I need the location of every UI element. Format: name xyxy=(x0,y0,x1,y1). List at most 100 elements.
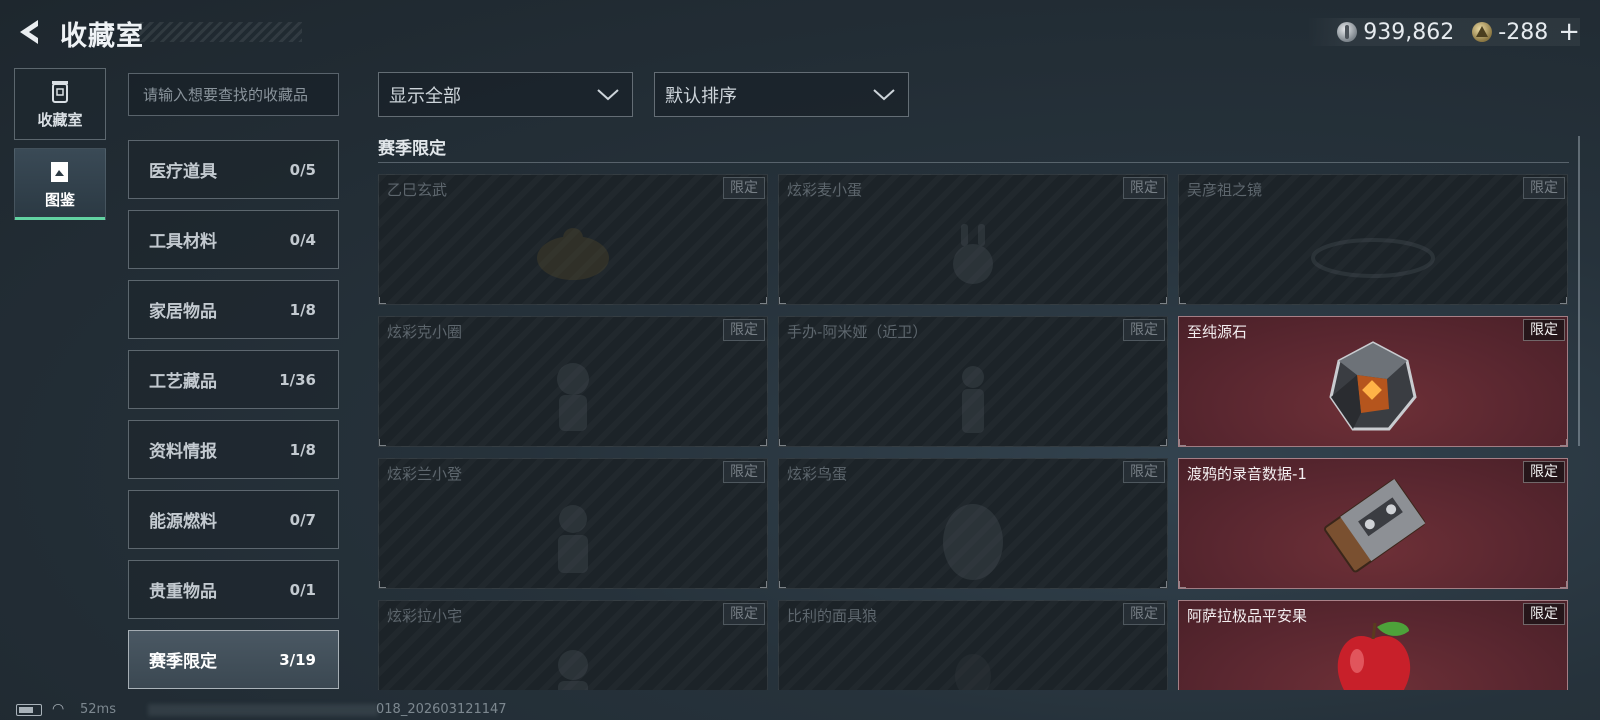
ping-value: 52ms xyxy=(80,702,116,717)
book-icon xyxy=(51,161,68,182)
collection-card[interactable]: 炫彩麦小蛋 限定 xyxy=(778,174,1168,305)
wifi-icon: ◠ xyxy=(52,701,65,717)
card-name: 渡鸦的录音数据-1 xyxy=(1187,465,1307,483)
limited-badge: 限定 xyxy=(1523,319,1565,341)
corner-mark xyxy=(1160,581,1167,588)
limited-badge: 限定 xyxy=(723,461,765,483)
nav-collection-room[interactable]: 收藏室 xyxy=(14,68,106,140)
corner-mark xyxy=(1179,439,1186,446)
limited-badge: 限定 xyxy=(1123,177,1165,199)
corner-mark xyxy=(379,297,386,304)
collection-card[interactable]: 炫彩拉小宅 限定 xyxy=(378,600,768,690)
card-name: 阿萨拉极品平安果 xyxy=(1187,607,1308,625)
apple-icon xyxy=(1337,621,1411,690)
corner-mark xyxy=(779,581,786,588)
corner-mark xyxy=(1179,297,1186,304)
corner-mark xyxy=(1560,581,1567,588)
category-valuables[interactable]: 贵重物品 0/1 xyxy=(128,560,339,619)
limited-badge: 限定 xyxy=(1123,603,1165,625)
mask-silhouette-icon xyxy=(955,653,991,690)
corner-mark xyxy=(1560,297,1567,304)
section-divider xyxy=(378,162,1569,163)
category-intel[interactable]: 资料情报 1/8 xyxy=(128,420,339,479)
collection-card[interactable]: 炫彩兰小登 限定 xyxy=(378,458,768,589)
trash-bin-icon xyxy=(52,80,68,103)
category-count: 0/5 xyxy=(289,160,316,179)
category-name: 医疗道具 xyxy=(149,162,217,182)
collection-card[interactable]: 乙巳玄武 限定 xyxy=(378,174,768,305)
back-arrow-icon xyxy=(20,20,38,44)
top-bar: 收藏室 939,862 -288 + xyxy=(0,0,1600,64)
category-energy[interactable]: 能源燃料 0/7 xyxy=(128,490,339,549)
figurine-silhouette-icon xyxy=(962,365,984,433)
collection-card[interactable]: 吴彦祖之镜 限定 xyxy=(1178,174,1568,305)
collection-card[interactable]: 手办-阿米娅（近卫） 限定 xyxy=(778,316,1168,447)
corner-mark xyxy=(1560,439,1567,446)
category-count: 1/36 xyxy=(279,370,316,389)
section-title: 赛季限定 xyxy=(378,139,446,159)
scrollbar[interactable] xyxy=(1578,136,1580,446)
category-count: 0/1 xyxy=(289,580,316,599)
dropdown-value: 默认排序 xyxy=(665,85,737,107)
currency-bar: 939,862 -288 + xyxy=(1307,17,1580,47)
chevron-down-icon xyxy=(597,88,619,100)
limited-badge: 限定 xyxy=(1523,177,1565,199)
status-bar: ◠ 52ms 018_202603121147 xyxy=(0,700,1600,720)
category-name: 资料情报 xyxy=(149,442,217,462)
category-count: 3/19 xyxy=(279,650,316,669)
figure-silhouette-icon xyxy=(558,649,588,690)
collection-card[interactable]: 渡鸦的录音数据-1 限定 xyxy=(1178,458,1568,589)
display-filter-dropdown[interactable]: 显示全部 xyxy=(378,72,633,117)
nav-label: 图鉴 xyxy=(44,190,75,209)
card-name: 比利的面具狼 xyxy=(787,607,878,625)
silver-coin-amount: 939,862 xyxy=(1363,19,1455,45)
category-name: 工艺藏品 xyxy=(149,372,217,392)
title-decoration xyxy=(140,22,302,42)
card-name: 炫彩克小圈 xyxy=(387,323,463,341)
card-name: 吴彦祖之镜 xyxy=(1187,181,1263,199)
collection-grid: 乙巳玄武 限定 炫彩麦小蛋 限定 吴彦祖之镜 限定 炫彩克小圈 限定 手办-阿米… xyxy=(378,174,1570,690)
corner-mark xyxy=(379,439,386,446)
corner-mark xyxy=(1160,297,1167,304)
blurred-text xyxy=(148,704,378,716)
category-count: 1/8 xyxy=(289,440,316,459)
battery-icon xyxy=(16,704,42,716)
collection-card[interactable]: 至纯源石 限定 xyxy=(1178,316,1568,447)
sort-dropdown[interactable]: 默认排序 xyxy=(654,72,909,117)
back-button[interactable] xyxy=(14,16,46,48)
category-tools[interactable]: 工具材料 0/4 xyxy=(128,210,339,269)
nav-codex[interactable]: 图鉴 xyxy=(14,148,106,220)
nav-label: 收藏室 xyxy=(37,110,83,129)
collection-card[interactable]: 比利的面具狼 限定 xyxy=(778,600,1168,690)
add-currency-button[interactable]: + xyxy=(1558,17,1580,47)
category-name: 赛季限定 xyxy=(149,652,217,672)
egg-silhouette-icon xyxy=(943,503,1003,580)
card-name: 炫彩拉小宅 xyxy=(387,607,463,625)
search-input[interactable] xyxy=(128,73,339,116)
rabbit-figure-silhouette-icon xyxy=(953,223,993,284)
corner-mark xyxy=(1179,581,1186,588)
corner-mark xyxy=(779,297,786,304)
collection-card[interactable]: 阿萨拉极品平安果 限定 xyxy=(1178,600,1568,690)
card-name: 至纯源石 xyxy=(1187,323,1248,341)
figure-silhouette-icon xyxy=(558,504,588,573)
collection-card[interactable]: 炫彩鸟蛋 限定 xyxy=(778,458,1168,589)
collection-card[interactable]: 炫彩克小圈 限定 xyxy=(378,316,768,447)
limited-badge: 限定 xyxy=(1523,603,1565,625)
category-season-limited[interactable]: 赛季限定 3/19 xyxy=(128,630,339,689)
limited-badge: 限定 xyxy=(723,319,765,341)
category-name: 家居物品 xyxy=(149,302,217,322)
limited-badge: 限定 xyxy=(723,603,765,625)
gold-currency-amount: -288 xyxy=(1498,19,1549,45)
category-household[interactable]: 家居物品 1/8 xyxy=(128,280,339,339)
category-medical[interactable]: 医疗道具 0/5 xyxy=(128,140,339,199)
limited-badge: 限定 xyxy=(1523,461,1565,483)
cassette-tape-icon xyxy=(1324,479,1426,573)
category-crafts[interactable]: 工艺藏品 1/36 xyxy=(128,350,339,409)
corner-mark xyxy=(760,581,767,588)
category-count: 0/7 xyxy=(289,510,316,529)
gold-triangle-icon xyxy=(1472,22,1493,42)
figure-silhouette-icon xyxy=(557,362,589,431)
card-name: 炫彩兰小登 xyxy=(387,465,463,483)
build-id: 018_202603121147 xyxy=(376,702,507,717)
